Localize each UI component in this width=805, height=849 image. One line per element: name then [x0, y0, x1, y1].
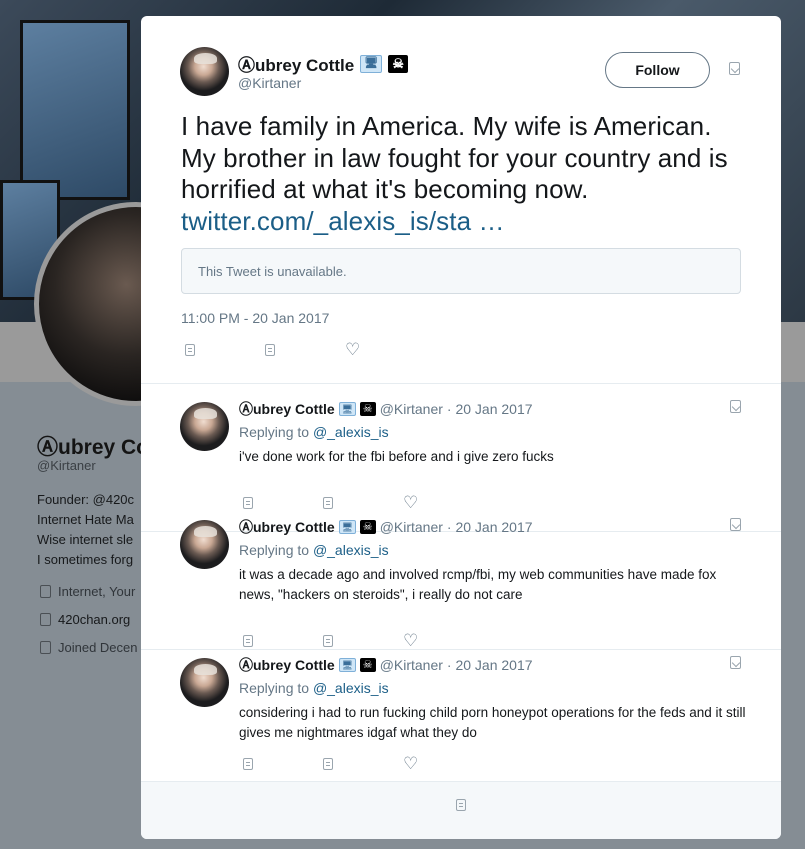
calendar-icon	[40, 641, 51, 654]
more-options-icon[interactable]	[730, 656, 741, 669]
profile-joined: Joined Decen	[40, 640, 138, 655]
replying-to: Replying to @_alexis_is	[239, 542, 389, 558]
reply-icon[interactable]	[243, 634, 253, 647]
bio-line: Internet Hate Ma	[37, 512, 134, 527]
more-options-icon[interactable]	[730, 518, 741, 531]
retweet-icon[interactable]	[265, 343, 275, 356]
tweet-link[interactable]: twitter.com/_alexis_is/sta …	[181, 206, 505, 236]
pirate-flag-icon: ☠	[388, 54, 409, 73]
computer-icon: 🖥	[338, 520, 356, 534]
replying-to: Replying to @_alexis_is	[239, 424, 389, 440]
more-options-icon[interactable]	[729, 62, 740, 75]
pirate-flag-icon: ☠	[359, 402, 376, 416]
author-name[interactable]: Ⓐubrey Cottle 🖥 ☠	[238, 51, 409, 76]
reply-actions: ♡	[243, 494, 418, 511]
heart-icon[interactable]: ♡	[403, 632, 418, 649]
heart-icon[interactable]: ♡	[403, 494, 418, 511]
reply-header: Ⓐubrey Cottle 🖥 ☠ @Kirtaner · 20 Jan 201…	[239, 401, 533, 417]
reply-actions: ♡	[243, 632, 418, 649]
reply-avatar[interactable]	[180, 520, 229, 569]
author-handle[interactable]: @Kirtaner	[238, 75, 301, 91]
loading-spinner-icon	[456, 799, 466, 811]
replying-to: Replying to @_alexis_is	[239, 680, 389, 696]
tweet-actions: ♡	[185, 341, 360, 358]
computer-icon: 🖥	[338, 402, 356, 416]
link-icon	[40, 613, 51, 626]
profile-bio: Founder: @420c Internet Hate Ma Wise int…	[37, 490, 134, 570]
more-options-icon[interactable]	[730, 400, 741, 413]
reply-icon[interactable]	[243, 757, 253, 770]
reply-avatar[interactable]	[180, 658, 229, 707]
computer-icon: 🖥	[360, 54, 383, 73]
retweet-icon[interactable]	[323, 496, 333, 509]
location-icon	[40, 585, 51, 598]
quoted-tweet-unavailable: This Tweet is unavailable.	[181, 248, 741, 294]
bio-line: Wise internet sle	[37, 532, 134, 547]
reply-icon[interactable]	[243, 496, 253, 509]
reply-tweet[interactable]: Ⓐubrey Cottle 🖥 ☠ @Kirtaner · 20 Jan 201…	[141, 512, 781, 650]
reply-text: considering i had to run fucking child p…	[239, 705, 746, 740]
bio-line: Founder: @420c	[37, 492, 135, 507]
banner-photo-monitor	[20, 20, 130, 200]
reply-actions: ♡	[243, 755, 418, 772]
tweet-modal: Ⓐubrey Cottle 🖥 ☠ @Kirtaner Follow I hav…	[141, 16, 781, 839]
modal-footer	[141, 781, 781, 839]
reply-icon[interactable]	[185, 343, 195, 356]
profile-website[interactable]: 420chan.org	[40, 612, 130, 627]
profile-name: Ⓐubrey Co	[37, 436, 150, 459]
divider	[141, 383, 781, 384]
author-avatar[interactable]	[180, 47, 229, 96]
follow-button[interactable]: Follow	[605, 52, 710, 88]
heart-icon[interactable]: ♡	[345, 341, 360, 358]
profile-handle: @Kirtaner	[37, 458, 96, 473]
reply-avatar[interactable]	[180, 402, 229, 451]
retweet-icon[interactable]	[323, 634, 333, 647]
reply-header: Ⓐubrey Cottle 🖥 ☠ @Kirtaner · 20 Jan 201…	[239, 519, 533, 535]
reply-tweet[interactable]: Ⓐubrey Cottle 🖥 ☠ @Kirtaner · 20 Jan 201…	[141, 650, 781, 788]
retweet-icon[interactable]	[323, 757, 333, 770]
computer-icon: 🖥	[338, 658, 356, 672]
reply-text: i've done work for the fbi before and i …	[239, 449, 554, 464]
heart-icon[interactable]: ♡	[403, 755, 418, 772]
profile-location: Internet, Your	[40, 584, 135, 599]
pirate-flag-icon: ☠	[359, 520, 376, 534]
tweet-timestamp[interactable]: 11:00 PM - 20 Jan 2017	[181, 310, 329, 326]
tweet-text: I have family in America. My wife is Ame…	[181, 111, 728, 236]
pirate-flag-icon: ☠	[359, 658, 376, 672]
reply-text: it was a decade ago and involved rcmp/fb…	[239, 567, 717, 602]
reply-header: Ⓐubrey Cottle 🖥 ☠ @Kirtaner · 20 Jan 201…	[239, 657, 533, 673]
bio-line: I sometimes forg	[37, 552, 134, 567]
